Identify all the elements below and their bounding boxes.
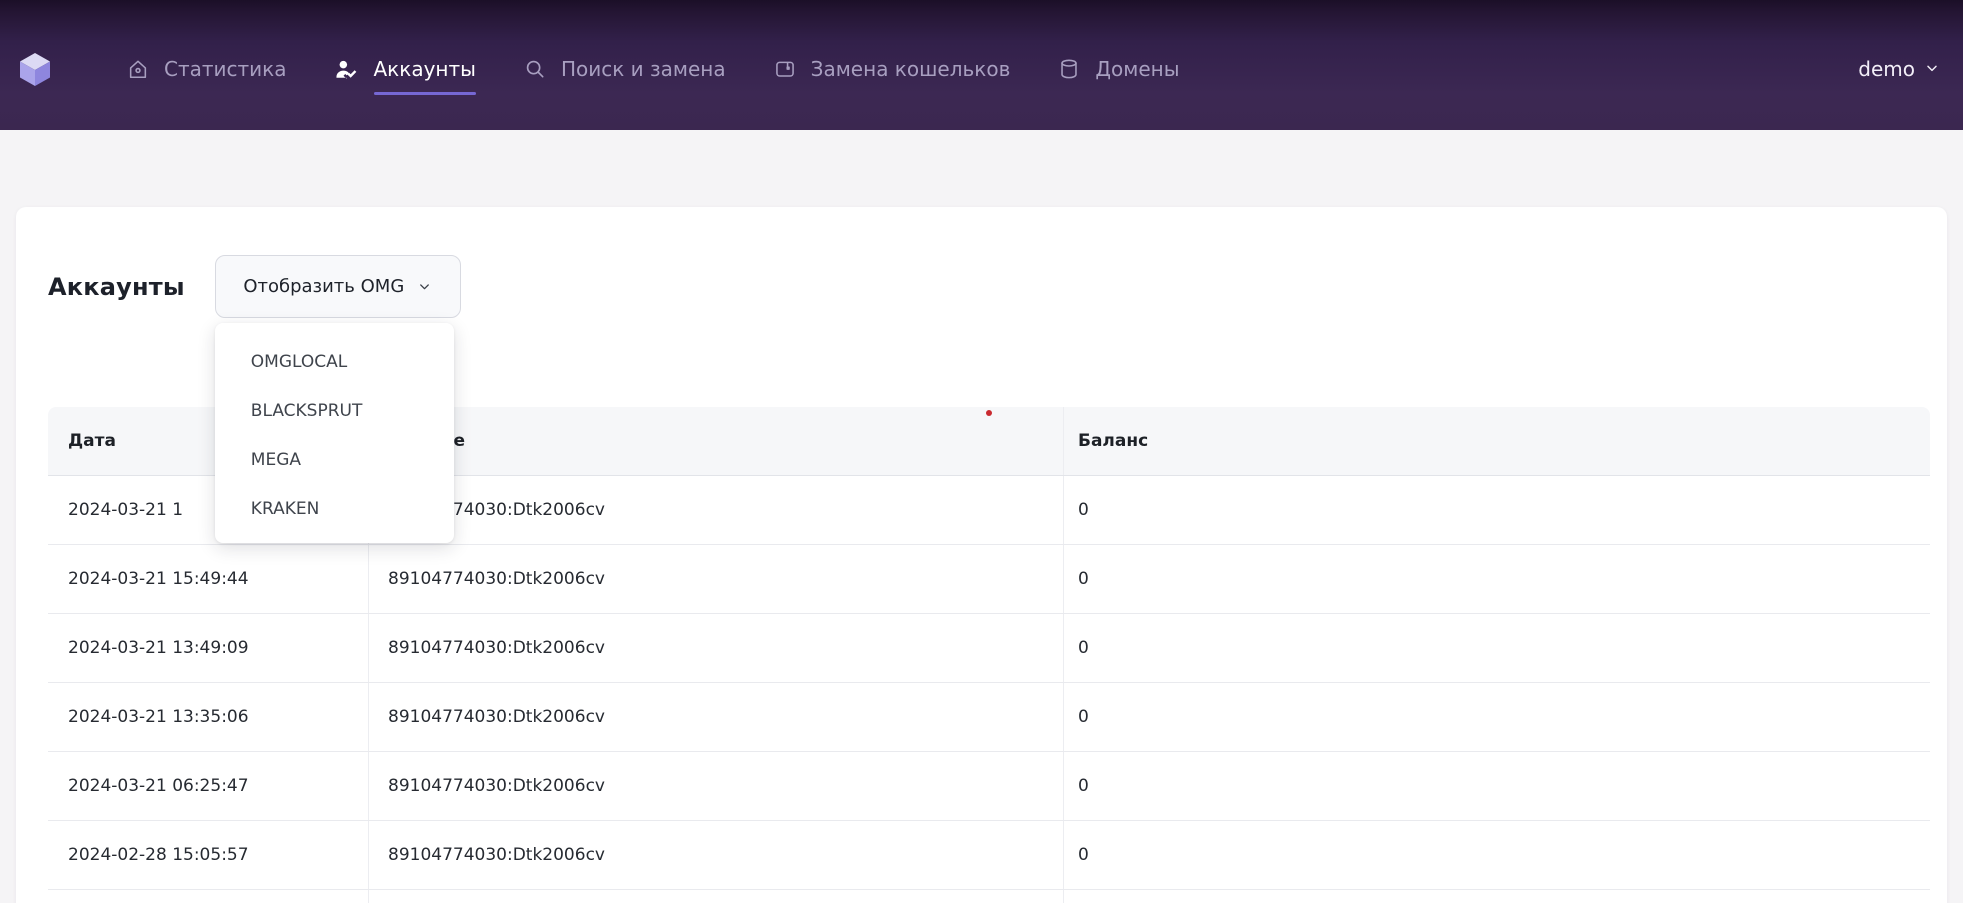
- nav-item-label: Домены: [1095, 57, 1179, 81]
- home-icon: [127, 58, 149, 80]
- cell-balance: 0: [1064, 476, 1930, 544]
- table-row-partial: [48, 890, 1930, 903]
- cell-date: 2024-03-21 15:49:44: [48, 545, 369, 613]
- cell-balance: 0: [1064, 545, 1930, 613]
- wallet-icon: [774, 58, 796, 80]
- nav-item-label: Поиск и замена: [561, 57, 726, 81]
- cell-data: 89104774030:Dtk2006cv: [369, 683, 1064, 751]
- column-header-balance: Баланс: [1064, 407, 1930, 475]
- nav-item-label: Замена кошельков: [811, 57, 1011, 81]
- cell-date: 2024-03-21 06:25:47: [48, 752, 369, 820]
- nav-item-domains[interactable]: Домены: [1058, 57, 1179, 81]
- cell-date: 2024-03-21 13:49:09: [48, 614, 369, 682]
- user-check-icon: [335, 58, 359, 80]
- table-row: 2024-03-21 13:49:09 89104774030:Dtk2006c…: [48, 614, 1930, 683]
- cell-data: 89104774030:Dtk2006cv: [369, 752, 1064, 820]
- cell-data: 89104774030:Dtk2006cv: [369, 821, 1064, 889]
- content-card: Аккаунты Отобразить OMG OMGLOCAL BLACKSP…: [16, 207, 1947, 903]
- cell-date: 2024-02-28 15:05:57: [48, 821, 369, 889]
- app-logo[interactable]: [20, 53, 50, 86]
- marketplace-dropdown-menu: OMGLOCAL BLACKSPRUT MEGA KRAKEN: [215, 323, 454, 543]
- cell-data: 89104774030:Dtk2006cv: [369, 545, 1064, 613]
- marketplace-filter: Отобразить OMG OMGLOCAL BLACKSPRUT MEGA …: [215, 255, 461, 318]
- table-row: 2024-02-28 15:05:57 89104774030:Dtk2006c…: [48, 821, 1930, 890]
- nav-item-accounts[interactable]: Аккаунты: [335, 57, 476, 81]
- table-row: 2024-03-21 15:49:44 89104774030:Dtk2006c…: [48, 545, 1930, 614]
- cell-data: 89104774030:Dtk2006cv: [369, 614, 1064, 682]
- chevron-down-icon: [1924, 57, 1940, 81]
- cell-balance: 0: [1064, 614, 1930, 682]
- menu-item-kraken[interactable]: KRAKEN: [215, 484, 454, 533]
- cell-balance: 0: [1064, 683, 1930, 751]
- menu-item-mega[interactable]: MEGA: [215, 435, 454, 484]
- column-header-data: Данные: [369, 407, 1064, 475]
- nav-item-label: Статистика: [164, 57, 287, 81]
- marketplace-filter-button[interactable]: Отобразить OMG: [215, 255, 461, 318]
- menu-item-blacksprut[interactable]: BLACKSPRUT: [215, 386, 454, 435]
- search-icon: [524, 58, 546, 80]
- user-menu[interactable]: demo: [1858, 57, 1940, 81]
- cell-date: 2024-03-21 13:35:06: [48, 683, 369, 751]
- table-row: 2024-03-21 06:25:47 89104774030:Dtk2006c…: [48, 752, 1930, 821]
- marketplace-filter-label: Отобразить OMG: [243, 276, 404, 297]
- chevron-down-icon: [417, 279, 432, 294]
- cell-balance: 0: [1064, 821, 1930, 889]
- main-nav: Статистика Аккаунты Поиск и замена: [127, 57, 1180, 81]
- cell-data: 89104774030:Dtk2006cv: [369, 476, 1064, 544]
- heading-row: Аккаунты Отобразить OMG OMGLOCAL BLACKSP…: [48, 255, 1915, 318]
- cell-balance: 0: [1064, 752, 1930, 820]
- red-dot: [986, 410, 992, 416]
- user-name: demo: [1858, 57, 1915, 81]
- database-icon: [1058, 58, 1080, 80]
- nav-item-search-replace[interactable]: Поиск и замена: [524, 57, 726, 81]
- nav-item-wallet-replace[interactable]: Замена кошельков: [774, 57, 1011, 81]
- nav-item-label: Аккаунты: [374, 57, 476, 81]
- page-title: Аккаунты: [48, 273, 185, 301]
- table-row: 2024-03-21 13:35:06 89104774030:Dtk2006c…: [48, 683, 1930, 752]
- top-navbar: Статистика Аккаунты Поиск и замена: [0, 0, 1963, 130]
- nav-item-statistics[interactable]: Статистика: [127, 57, 287, 81]
- menu-item-omglocal[interactable]: OMGLOCAL: [215, 337, 454, 386]
